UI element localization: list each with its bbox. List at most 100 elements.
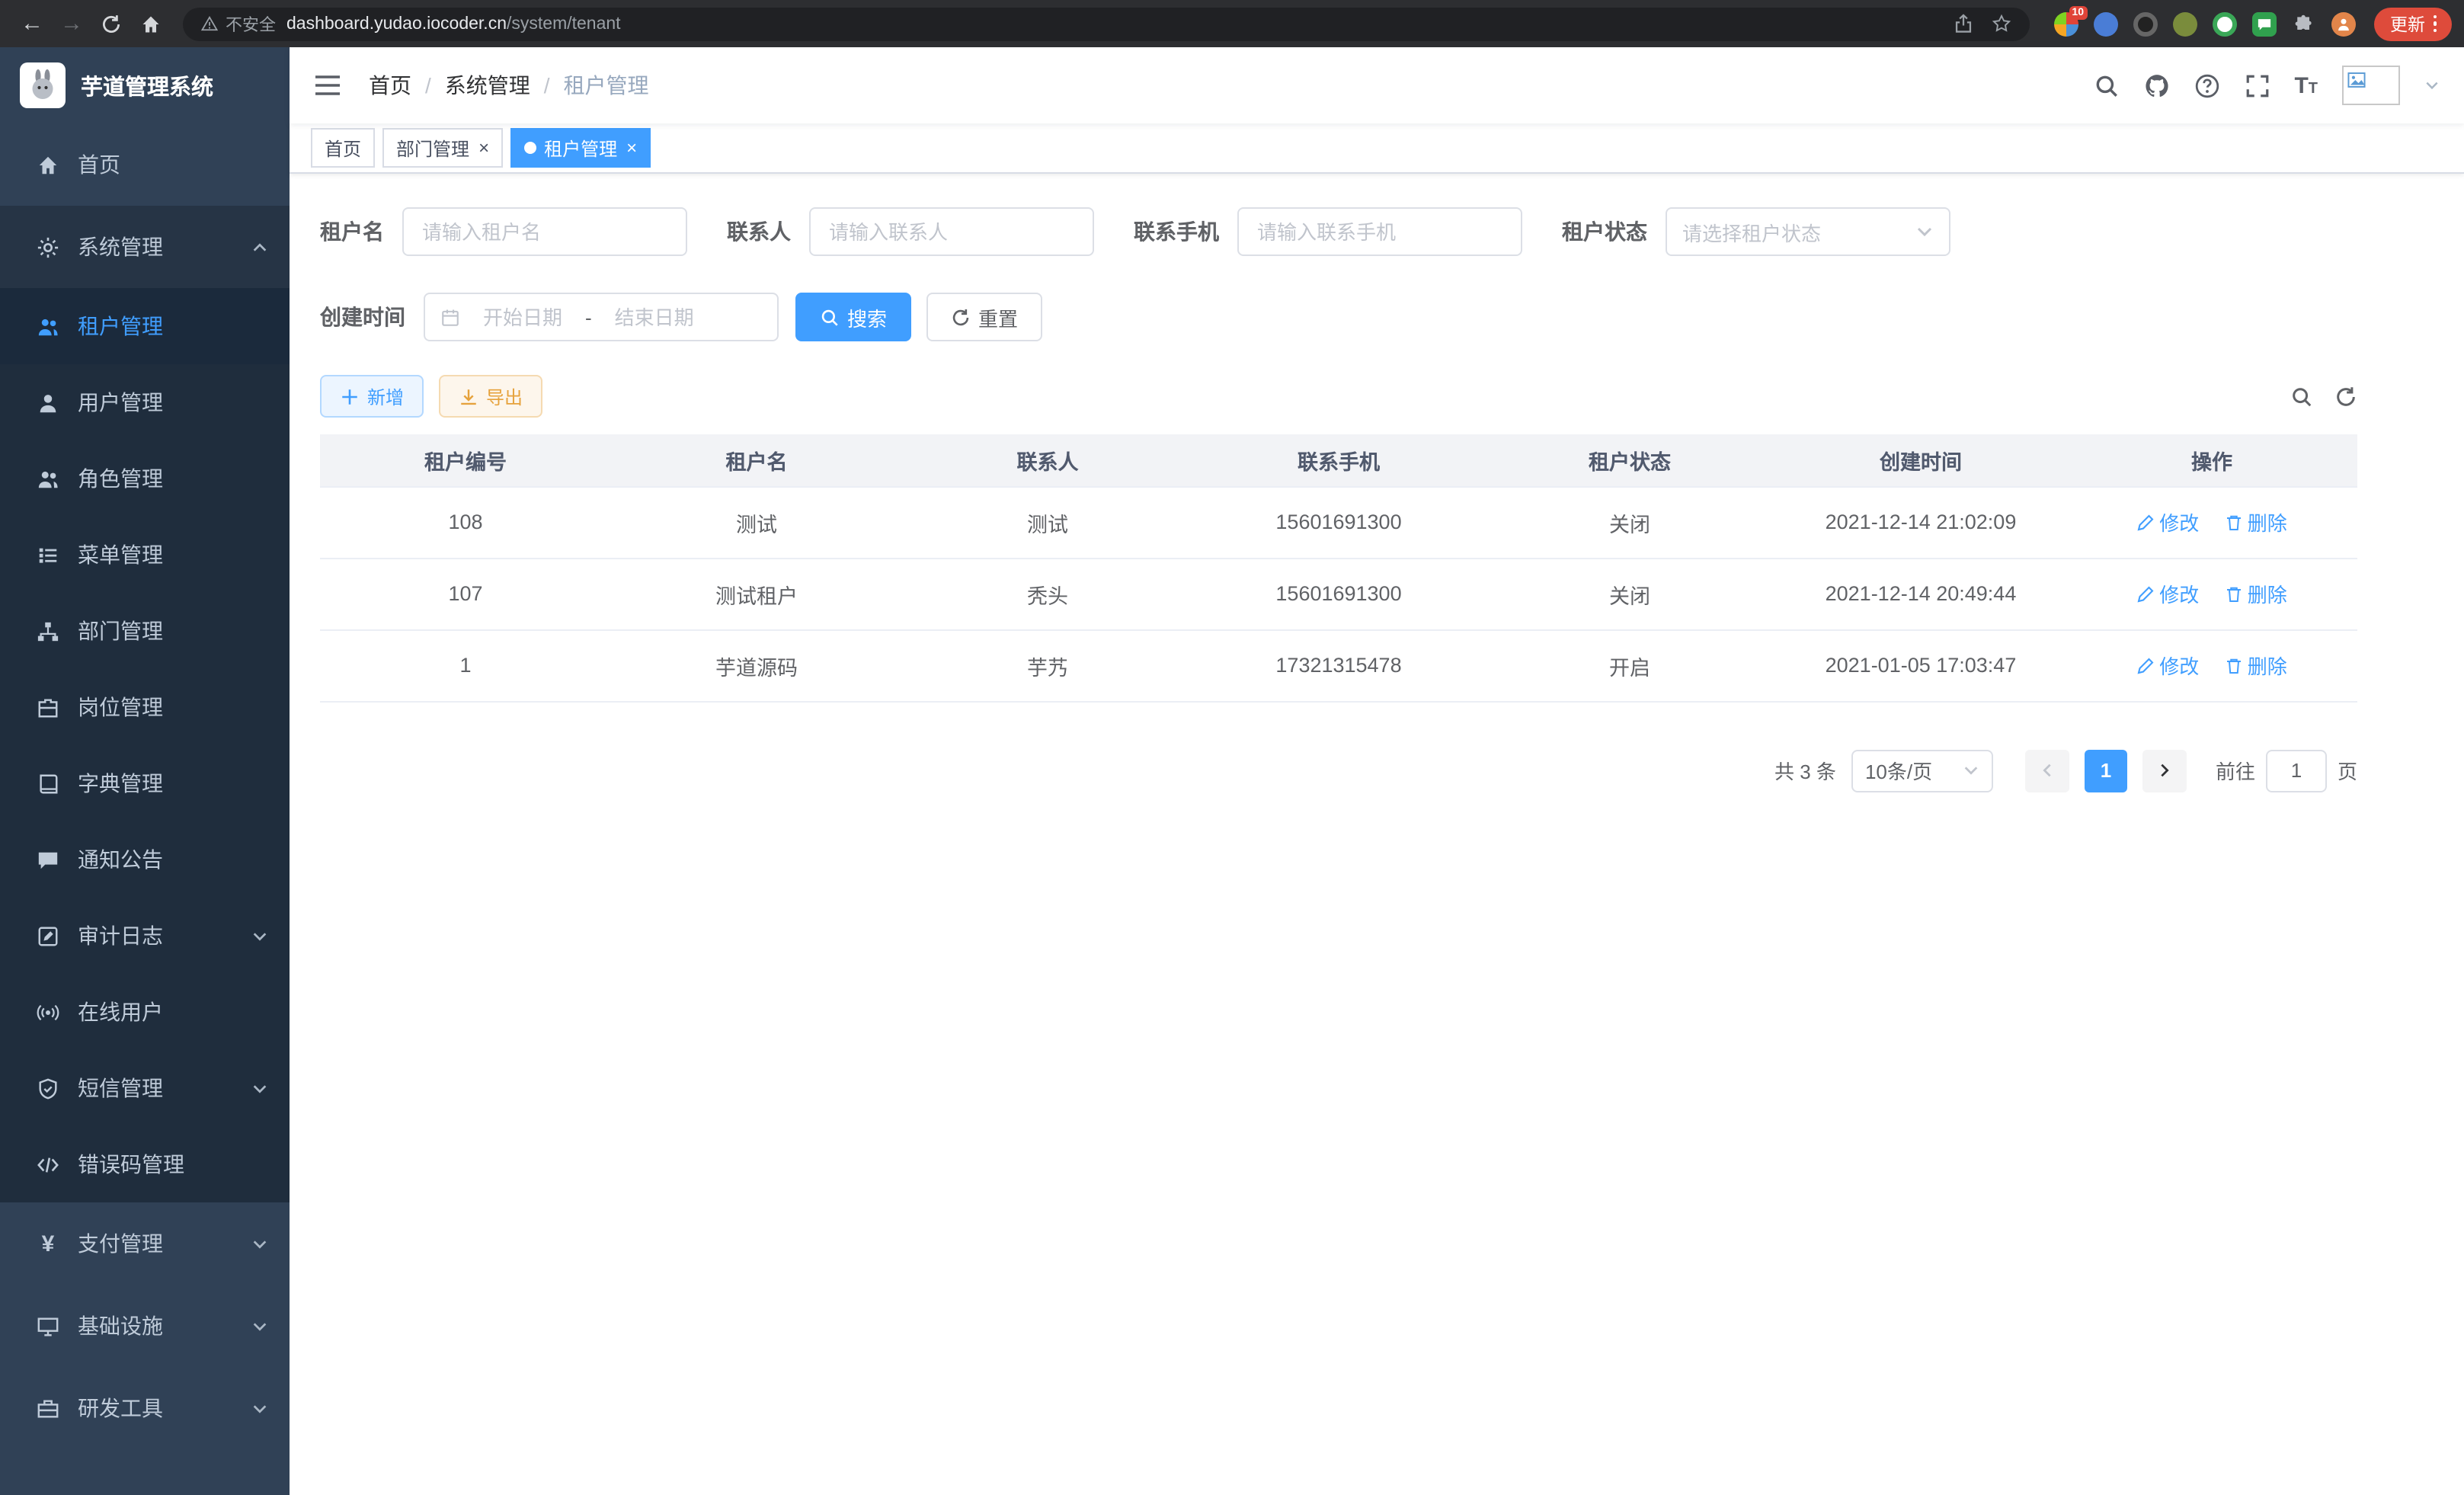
- sidebar-item-payment[interactable]: ¥ 支付管理: [0, 1202, 290, 1285]
- extension-icon-2[interactable]: [2093, 11, 2117, 36]
- forward-icon[interactable]: →: [52, 4, 91, 43]
- show-search-icon[interactable]: [2290, 385, 2313, 408]
- browser-toolbar: ← → 不安全 dashboard.yudao.iocoder.cn/syste…: [0, 0, 2464, 47]
- extension-icon-5[interactable]: [2212, 11, 2236, 36]
- sidebar-submenu-system: 租户管理 用户管理 角色管理 菜单管理 部门管理 岗位管理: [0, 288, 290, 1202]
- users-icon: [37, 467, 59, 490]
- chevron-down-icon: [251, 1235, 268, 1252]
- table-row: 107 测试租户 秃头 15601691300 关闭 2021-12-14 20…: [320, 558, 2357, 629]
- back-icon[interactable]: ←: [12, 4, 52, 43]
- fullscreen-icon[interactable]: [2244, 72, 2270, 98]
- delete-link[interactable]: 删除: [2225, 651, 2287, 680]
- search-button[interactable]: 搜索: [795, 293, 911, 341]
- reset-button[interactable]: 重置: [926, 293, 1042, 341]
- tab-tenant[interactable]: 租户管理 ×: [510, 128, 651, 168]
- search-icon[interactable]: [2093, 72, 2119, 98]
- date-range-picker[interactable]: -: [424, 293, 779, 341]
- extension-icon-6[interactable]: [2251, 11, 2276, 36]
- next-page-button[interactable]: [2142, 749, 2187, 792]
- extension-icon-1[interactable]: 10: [2053, 11, 2078, 36]
- sidebar-item-dept[interactable]: 部门管理: [0, 593, 290, 669]
- tenant-page: 租户名 联系人 联系手机 租户状态 请选择租户状态 创建时间: [290, 174, 2464, 1495]
- sidebar-item-role[interactable]: 角色管理: [0, 440, 290, 517]
- page-number-1[interactable]: 1: [2085, 749, 2127, 792]
- create-time-label: 创建时间: [320, 302, 405, 332]
- sidebar-item-audit-log[interactable]: 审计日志: [0, 898, 290, 974]
- sidebar-item-system[interactable]: 系统管理: [0, 206, 290, 288]
- github-icon[interactable]: [2143, 72, 2169, 98]
- url-path: /system/tenant: [507, 14, 621, 33]
- tenant-name-input[interactable]: [402, 207, 687, 256]
- app-title: 芋道管理系统: [81, 69, 213, 101]
- edit-pencil-icon: [2136, 513, 2155, 531]
- extensions-puzzle-icon[interactable]: [2291, 11, 2315, 36]
- sidebar-collapse-icon[interactable]: [314, 73, 341, 98]
- sidebar-item-tenant[interactable]: 租户管理: [0, 288, 290, 364]
- sidebar-logo[interactable]: 芋道管理系统: [0, 47, 290, 123]
- edit-link[interactable]: 修改: [2136, 579, 2199, 608]
- export-button[interactable]: 导出: [439, 375, 542, 418]
- add-button[interactable]: 新增: [320, 375, 424, 418]
- sidebar-item-error-code[interactable]: 错误码管理: [0, 1126, 290, 1202]
- extension-icon-3[interactable]: [2133, 11, 2157, 36]
- refresh-list-icon[interactable]: [2334, 385, 2357, 408]
- edit-link[interactable]: 修改: [2136, 507, 2199, 536]
- reload-icon[interactable]: [91, 4, 131, 43]
- start-date-input[interactable]: [466, 304, 579, 330]
- breadcrumb-system[interactable]: 系统管理: [445, 70, 530, 101]
- sidebar-item-home[interactable]: 首页: [0, 123, 290, 206]
- breadcrumb-home[interactable]: 首页: [369, 70, 411, 101]
- contact-input[interactable]: [809, 207, 1094, 256]
- browser-profile-avatar[interactable]: [2331, 11, 2355, 36]
- address-bar[interactable]: 不安全 dashboard.yudao.iocoder.cn/system/te…: [183, 7, 2029, 40]
- font-size-icon[interactable]: TT: [2294, 74, 2318, 97]
- col-contact: 联系人: [902, 434, 1193, 486]
- home-icon: [37, 153, 59, 176]
- toolbox-icon: [37, 1397, 59, 1420]
- chevron-down-icon: [1915, 222, 1934, 241]
- sidebar-item-dict[interactable]: 字典管理: [0, 745, 290, 821]
- status-select[interactable]: 请选择租户状态: [1666, 207, 1950, 256]
- delete-link[interactable]: 删除: [2225, 579, 2287, 608]
- bookmark-star-icon[interactable]: [1991, 14, 2011, 34]
- sidebar-item-online-user[interactable]: 在线用户: [0, 974, 290, 1050]
- sidebar-item-user[interactable]: 用户管理: [0, 364, 290, 440]
- extension-icon-4[interactable]: [2172, 11, 2197, 36]
- end-date-input[interactable]: [598, 304, 711, 330]
- help-icon[interactable]: [2194, 72, 2219, 98]
- sidebar-item-infra[interactable]: 基础设施: [0, 1285, 290, 1367]
- prev-page-button[interactable]: [2025, 749, 2069, 792]
- edit-link[interactable]: 修改: [2136, 651, 2199, 680]
- goto-page-input[interactable]: [2266, 749, 2327, 792]
- close-icon[interactable]: ×: [478, 139, 489, 157]
- sidebar-item-notice[interactable]: 通知公告: [0, 821, 290, 898]
- security-indicator[interactable]: 不安全: [201, 11, 276, 36]
- user-caret-down-icon[interactable]: [2424, 78, 2440, 93]
- user-avatar[interactable]: [2342, 66, 2400, 105]
- table-row: 1 芋道源码 芋艿 17321315478 开启 2021-01-05 17:0…: [320, 629, 2357, 701]
- yen-icon: ¥: [37, 1231, 59, 1257]
- browser-home-icon[interactable]: [131, 4, 171, 43]
- sidebar-item-post[interactable]: 岗位管理: [0, 669, 290, 745]
- page-header: 首页 / 系统管理 / 租户管理 TT: [290, 47, 2464, 123]
- browser-update-button[interactable]: 更新: [2373, 7, 2452, 40]
- share-icon[interactable]: [1953, 14, 1973, 34]
- sidebar-item-menu[interactable]: 菜单管理: [0, 517, 290, 593]
- chevron-down-icon: [251, 927, 268, 944]
- goto-label: 前往: [2216, 756, 2255, 785]
- goto-suffix: 页: [2338, 756, 2357, 785]
- breadcrumb: 首页 / 系统管理 / 租户管理: [369, 70, 649, 101]
- sidebar-item-dev-tools[interactable]: 研发工具: [0, 1367, 290, 1449]
- close-icon[interactable]: ×: [626, 139, 637, 157]
- filter-row-2: 创建时间 - 搜索 重置: [320, 293, 2357, 341]
- tenant-name-label: 租户名: [320, 216, 384, 247]
- page-size-select[interactable]: 10条/页: [1851, 749, 1993, 792]
- briefcase-icon: [37, 696, 59, 719]
- sidebar-item-sms[interactable]: 短信管理: [0, 1050, 290, 1126]
- delete-link[interactable]: 删除: [2225, 507, 2287, 536]
- phone-input[interactable]: [1237, 207, 1522, 256]
- tab-dept[interactable]: 部门管理 ×: [382, 128, 503, 168]
- tab-home[interactable]: 首页: [311, 128, 375, 168]
- browser-menu-dots-icon[interactable]: [2425, 15, 2444, 33]
- chevron-down-icon: [1963, 762, 1979, 779]
